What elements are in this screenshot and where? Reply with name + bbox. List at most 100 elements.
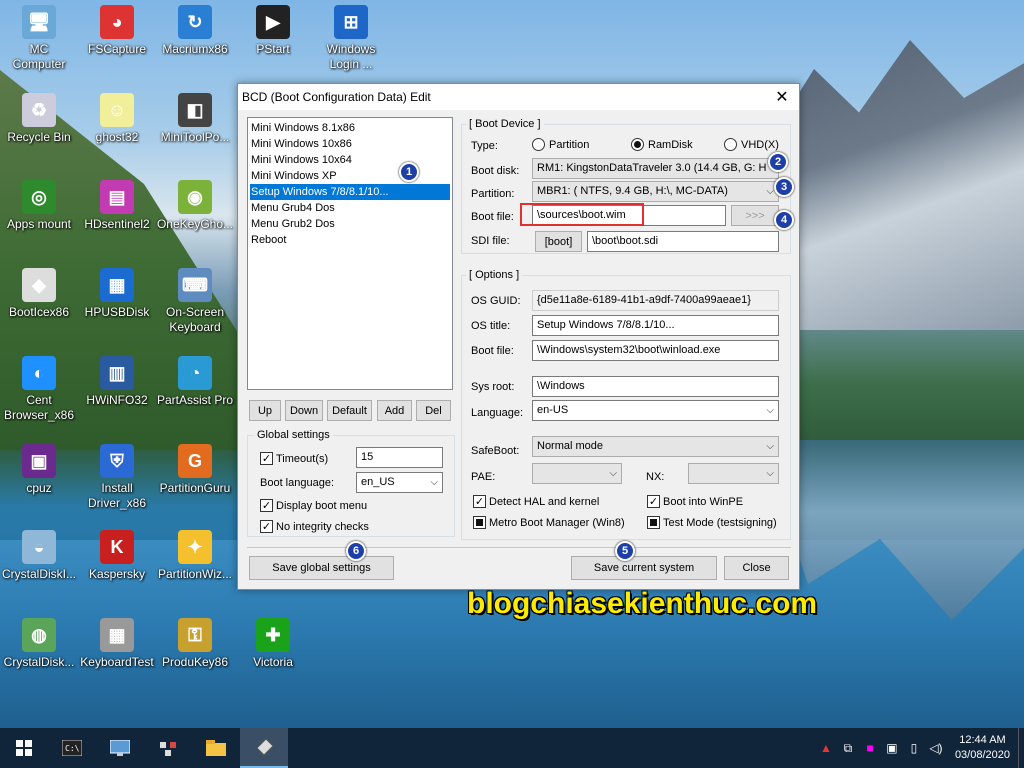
up-button[interactable]: Up	[249, 400, 281, 421]
desktop-icon[interactable]: ◐ Cent Browser_x86	[0, 356, 78, 423]
boot-entries-list[interactable]: Mini Windows 8.1x86 Mini Windows 10x86 Min…	[247, 117, 453, 390]
desktop-icon[interactable]: ✦ PartitionWiz...	[156, 530, 234, 582]
start-button[interactable]	[0, 728, 48, 768]
radio-partition[interactable]	[532, 138, 545, 151]
safeboot-select[interactable]: Normal mode ⌵	[532, 436, 779, 457]
nx-select[interactable]: ⌵	[688, 463, 779, 484]
boot-entry-item[interactable]: Menu Grub2 Dos	[250, 216, 450, 232]
del-button[interactable]: Del	[416, 400, 451, 421]
desktop-icon-label: MiniToolPo...	[160, 130, 230, 144]
tray-volume-icon[interactable]: ◁)	[925, 741, 947, 755]
desktop-icon[interactable]: ▶ PStart	[234, 5, 312, 57]
boot-winpe-label: Boot into WinPE	[663, 495, 744, 508]
test-mode-checkbox[interactable]: Test Mode (testsigning)	[647, 516, 777, 529]
desktop-icon[interactable]: ◆ BootIcex86	[0, 268, 78, 320]
type-vhd-radio[interactable]: VHD(X)	[724, 138, 779, 151]
detect-hal-box[interactable]: ✓	[473, 495, 486, 508]
boot-winpe-checkbox[interactable]: ✓ Boot into WinPE	[647, 495, 743, 508]
default-button[interactable]: Default	[327, 400, 372, 421]
boot-winpe-box[interactable]: ✓	[647, 495, 660, 508]
boot-disk-select[interactable]: RM1: KingstonDataTraveler 3.0 (14.4 GB, …	[532, 158, 779, 179]
boot-entry-item[interactable]: Reboot	[250, 232, 450, 248]
display-boot-menu-box[interactable]: ✓	[260, 499, 273, 512]
down-button[interactable]: Down	[285, 400, 323, 421]
save-current-system-button[interactable]: Save current system	[571, 556, 717, 580]
timeout-check-box[interactable]: ✓	[260, 452, 273, 465]
desktop-icon[interactable]: ♻ Recycle Bin	[0, 93, 78, 145]
hdsentinel-icon: ▤	[100, 180, 134, 214]
desktop-icon[interactable]: ⊞ Windows Login ...	[312, 5, 390, 72]
desktop-icon[interactable]: ◒ CrystalDiskI...	[0, 530, 78, 582]
desktop-icon[interactable]: 🖥 MC Computer	[0, 5, 78, 72]
close-icon[interactable]: ✕	[765, 87, 799, 107]
metro-boot-checkbox[interactable]: Metro Boot Manager (Win8)	[473, 516, 625, 529]
title-bar[interactable]: BCD (Boot Configuration Data) Edit ✕	[238, 84, 799, 110]
desktop-icon[interactable]: ⚿ ProduKey86	[156, 618, 234, 670]
desktop-icon[interactable]: ▦ KeyboardTest	[78, 618, 156, 670]
taskbar-bootice-icon[interactable]	[240, 728, 288, 768]
tray-info-icon[interactable]: ▣	[881, 741, 903, 755]
metro-boot-box[interactable]	[473, 516, 486, 529]
type-partition-radio[interactable]: Partition	[532, 138, 589, 151]
tray-display-icon[interactable]: ■	[859, 741, 881, 755]
timeout-input[interactable]: 15	[356, 447, 443, 468]
pae-select[interactable]: ⌵	[532, 463, 622, 484]
partition-label: Partition:	[471, 188, 515, 200]
tray-network-icon[interactable]: ⧉	[837, 741, 859, 756]
boot-entry-item[interactable]: Setup Windows 7/8/8.1/10...	[250, 184, 450, 200]
boot-entry-item[interactable]: Mini Windows 10x64	[250, 152, 450, 168]
install-driver-icon: ⛨	[100, 444, 134, 478]
add-button[interactable]: Add	[377, 400, 412, 421]
no-integrity-checkbox[interactable]: ✓ No integrity checks	[260, 520, 369, 533]
save-global-settings-button[interactable]: Save global settings	[249, 556, 394, 580]
desktop-icon[interactable]: ⛨ Install Driver_x86	[78, 444, 156, 511]
show-desktop-button[interactable]	[1018, 728, 1024, 768]
desktop-icon[interactable]: ▥ HWiNFO32	[78, 356, 156, 408]
language-select[interactable]: en-US ⌵	[532, 400, 779, 421]
browse-boot-file-button[interactable]: >>>	[731, 205, 779, 226]
desktop-icon[interactable]: ◔ PartAssist Pro	[156, 356, 234, 408]
type-ramdisk-radio[interactable]: RamDisk	[631, 138, 693, 151]
boot-entry-item[interactable]: Menu Grub4 Dos	[250, 200, 450, 216]
sdi-boot-button[interactable]: [boot]	[535, 231, 582, 252]
display-boot-menu-checkbox[interactable]: ✓ Display boot menu	[260, 499, 367, 512]
desktop-icon[interactable]: ▤ HDsentinel2	[78, 180, 156, 232]
taskbar-monitor-icon[interactable]	[96, 728, 144, 768]
no-integrity-box[interactable]: ✓	[260, 520, 273, 533]
taskbar-clock[interactable]: 12:44 AM 03/08/2020	[947, 733, 1018, 763]
boot-entry-item[interactable]: Mini Windows 8.1x86	[250, 120, 450, 136]
taskbar-network-icon[interactable]	[144, 728, 192, 768]
desktop-icon[interactable]: ▣ cpuz	[0, 444, 78, 496]
desktop-icon[interactable]: ↻ Macriumx86	[156, 5, 234, 57]
boot-entry-item[interactable]: Mini Windows XP	[250, 168, 450, 184]
desktop-icon[interactable]: G PartitionGuru	[156, 444, 234, 496]
tray-app-icon[interactable]: ▲	[815, 741, 837, 755]
close-button[interactable]: Close	[724, 556, 789, 580]
desktop-icon[interactable]: ◕ FSCapture	[78, 5, 156, 57]
desktop-icon[interactable]: ◧ MiniToolPo...	[156, 93, 234, 145]
test-mode-box[interactable]	[647, 516, 660, 529]
desktop-icon[interactable]: ⌨ On-Screen Keyboard	[156, 268, 234, 335]
tray-usb-icon[interactable]: ▯	[903, 741, 925, 755]
boot-entry-item[interactable]: Mini Windows 10x86	[250, 136, 450, 152]
partition-select[interactable]: MBR1: ( NTFS, 9.4 GB, H:\, MC-DATA) ⌵	[532, 181, 779, 202]
os-title-input[interactable]: Setup Windows 7/8/8.1/10...	[532, 315, 779, 336]
step-badge-2: 2	[768, 152, 788, 172]
desktop-icon[interactable]: ◎ Apps mount	[0, 180, 78, 232]
sys-root-input[interactable]: \Windows	[532, 376, 779, 397]
desktop-icon[interactable]: ☺ ghost32	[78, 93, 156, 145]
radio-ramdisk[interactable]	[631, 138, 644, 151]
taskbar-cmd-icon[interactable]: C:\	[48, 728, 96, 768]
taskbar-explorer-icon[interactable]	[192, 728, 240, 768]
desktop-icon[interactable]: ◍ CrystalDisk...	[0, 618, 78, 670]
desktop-icon[interactable]: K Kaspersky	[78, 530, 156, 582]
desktop-icon[interactable]: ✚ Victoria	[234, 618, 312, 670]
desktop-icon[interactable]: ◉ OneKeyGho...	[156, 180, 234, 232]
os-boot-file-input[interactable]: \Windows\system32\boot\winload.exe	[532, 340, 779, 361]
sdi-file-input[interactable]: \boot\boot.sdi	[587, 231, 779, 252]
timeout-checkbox[interactable]: ✓ Timeout(s)	[260, 452, 328, 465]
radio-vhd[interactable]	[724, 138, 737, 151]
boot-language-select[interactable]: en_US ⌵	[356, 472, 443, 493]
desktop-icon[interactable]: ▦ HPUSBDisk	[78, 268, 156, 320]
detect-hal-checkbox[interactable]: ✓ Detect HAL and kernel	[473, 495, 599, 508]
